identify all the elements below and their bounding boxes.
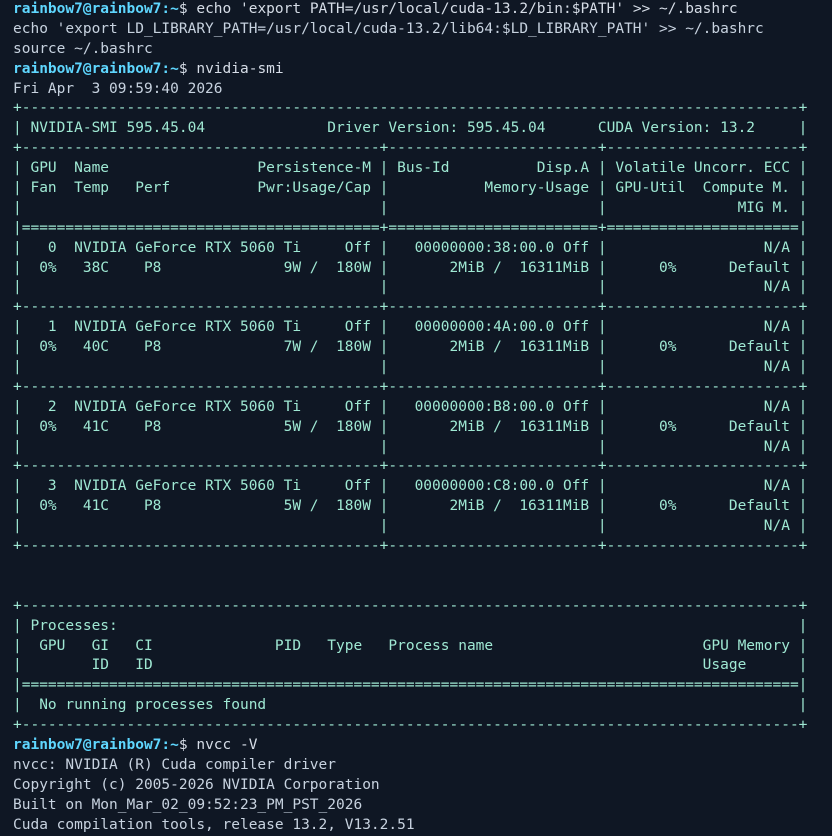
smi-output-line: | NVIDIA-SMI 595.45.04 Driver Version: 5… — [13, 120, 808, 137]
command-text: nvcc -V — [187, 736, 258, 753]
command-text: nvidia-smi — [187, 60, 284, 77]
output-line: nvcc: NVIDIA (R) Cuda compiler driver — [13, 756, 337, 773]
command-text: echo 'export PATH=/usr/local/cuda-13.2/b… — [187, 1, 738, 17]
output-line: Built on Mon_Mar_02_09:52:23_PM_PST_2026 — [13, 796, 363, 813]
prompt-path: :~ — [161, 1, 179, 17]
smi-output-line — [13, 557, 832, 577]
prompt-user-host: rainbow7@rainbow7 — [13, 736, 162, 753]
smi-output-line: | 0% 41C P8 5W / 180W | 2MiB / 16311MiB … — [13, 418, 808, 435]
smi-output-line: +---------------------------------------… — [13, 538, 808, 555]
smi-output-line: | GPU GI CI PID Type Process name GPU Me… — [13, 637, 808, 654]
prompt-path: :~ — [161, 60, 179, 77]
smi-output-line: | GPU Name Persistence-M | Bus-Id Disp.A… — [13, 160, 808, 177]
smi-output-line: | 0% 40C P8 7W / 180W | 2MiB / 16311MiB … — [13, 339, 808, 356]
output-line: source ~/.bashrc — [13, 40, 153, 57]
smi-output-line: | Processes: | — [13, 617, 808, 634]
smi-output-line: +---------------------------------------… — [13, 100, 808, 117]
smi-output-line: +---------------------------------------… — [13, 378, 808, 395]
smi-output-line: +---------------------------------------… — [13, 458, 808, 475]
prompt-path: :~ — [161, 736, 179, 753]
smi-output-line: |=======================================… — [13, 219, 808, 236]
smi-output-line: | ID ID Usage | — [13, 657, 808, 674]
prompt-symbol: $ — [178, 60, 188, 77]
smi-output-line: |=======================================… — [13, 677, 808, 694]
prompt-symbol: $ — [178, 1, 188, 17]
prompt-symbol: $ — [178, 736, 188, 753]
smi-output-line: | | | N/A | — [13, 359, 808, 376]
smi-output-line: +---------------------------------------… — [13, 299, 808, 316]
smi-output-line: | | | N/A | — [13, 279, 808, 296]
prompt-line: rainbow7@rainbow7:~$ nvcc -V — [13, 736, 832, 756]
smi-output-line: | 0% 38C P8 9W / 180W | 2MiB / 16311MiB … — [13, 259, 808, 276]
output-line: Cuda compilation tools, release 13.2, V1… — [13, 816, 415, 833]
output-line: Fri Apr 3 09:59:40 2026 — [13, 80, 223, 97]
terminal-window[interactable]: rainbow7@rainbow7:~$ echo 'export PATH=/… — [0, 0, 832, 836]
output-line: echo 'export LD_LIBRARY_PATH=/usr/local/… — [13, 20, 764, 37]
smi-output-line: | 0% 41C P8 5W / 180W | 2MiB / 16311MiB … — [13, 498, 808, 515]
smi-output-line: +---------------------------------------… — [13, 717, 808, 734]
smi-output-line: | 0 NVIDIA GeForce RTX 5060 Ti Off | 000… — [13, 239, 808, 256]
smi-output-line: | | | N/A | — [13, 518, 808, 535]
smi-output-line — [13, 577, 832, 597]
smi-output-line: | | | N/A | — [13, 438, 808, 455]
prompt-line: rainbow7@rainbow7:~$ nvidia-smi — [13, 60, 832, 80]
smi-output-line: +---------------------------------------… — [13, 140, 808, 157]
prompt-line: rainbow7@rainbow7:~$ echo 'export PATH=/… — [13, 0, 832, 20]
prompt-user-host: rainbow7@rainbow7 — [13, 60, 162, 77]
smi-output-line: +---------------------------------------… — [13, 597, 808, 614]
smi-output-line: | 3 NVIDIA GeForce RTX 5060 Ti Off | 000… — [13, 478, 808, 495]
smi-output-line: | | | MIG M. | — [13, 199, 808, 216]
output-line: Copyright (c) 2005-2026 NVIDIA Corporati… — [13, 776, 380, 793]
prompt-user-host: rainbow7@rainbow7 — [13, 1, 162, 17]
smi-output-line: | No running processes found | — [13, 697, 808, 714]
smi-output-line: | 2 NVIDIA GeForce RTX 5060 Ti Off | 000… — [13, 398, 808, 415]
smi-output-line: | Fan Temp Perf Pwr:Usage/Cap | Memory-U… — [13, 180, 808, 197]
smi-output-line: | 1 NVIDIA GeForce RTX 5060 Ti Off | 000… — [13, 319, 808, 336]
